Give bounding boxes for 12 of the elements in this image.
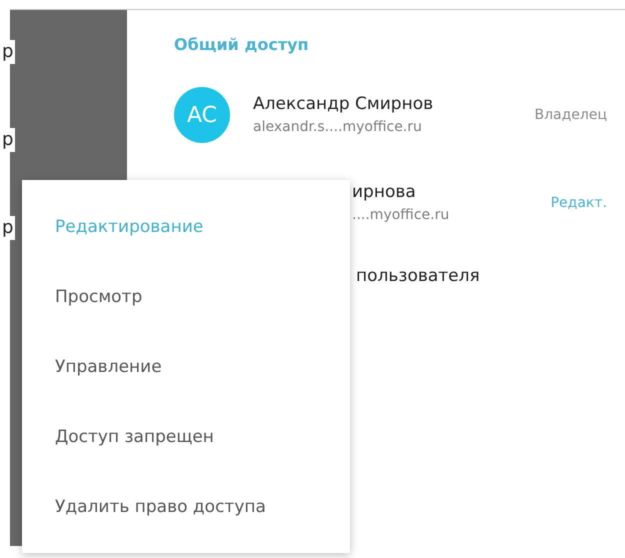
add-user-link[interactable]: пользователя [356,266,480,286]
section-title: Общий доступ [174,34,309,56]
menu-item[interactable]: Удалить право доступа [55,490,266,524]
user-email: alexandr.s....myoffice.ru [253,118,422,137]
user-name: Александр Смирнов [253,93,434,116]
user-name: ирнова [352,181,416,204]
role-label: Владелец [534,107,607,123]
menu-item[interactable]: Доступ запрещен [55,420,214,454]
menu-item[interactable]: Управление [55,350,162,384]
user-email: ....myoffice.ru [352,206,450,225]
avatar-circle: AC [174,87,230,143]
menu-item[interactable]: Просмотр [55,280,142,314]
